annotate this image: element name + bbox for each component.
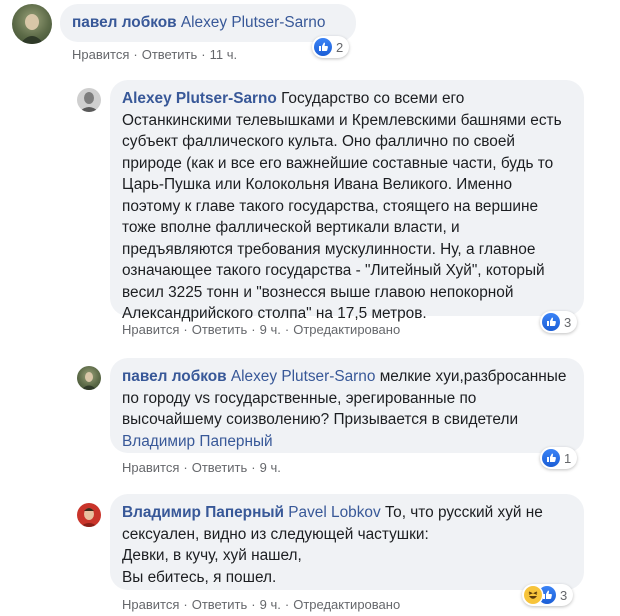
avatar-photo-icon bbox=[81, 372, 97, 390]
comment-mention[interactable]: Alexey Plutser-Sarno bbox=[181, 14, 326, 31]
comment-actions: Нравится · Ответить · 9 ч. bbox=[122, 460, 281, 475]
edited-label[interactable]: Отредактировано bbox=[293, 322, 400, 337]
comment-author[interactable]: Alexey Plutser-Sarno bbox=[122, 90, 277, 107]
comment-mention[interactable]: Pavel Lobkov bbox=[288, 504, 380, 521]
like-button[interactable]: Нравится bbox=[72, 47, 129, 62]
comment-actions: Нравится · Ответить · 9 ч. · Отредактировано bbox=[122, 597, 401, 612]
haha-icon bbox=[524, 586, 542, 604]
comment-text: Государство со всеми его Останкинскими т… bbox=[122, 90, 562, 322]
timestamp[interactable]: 9 ч. bbox=[260, 322, 281, 337]
reaction-count[interactable]: 2 bbox=[312, 36, 350, 58]
comment-mention[interactable]: Alexey Plutser-Sarno bbox=[231, 368, 376, 385]
comment-bubble: Alexey Plutser-Sarno Государство со всем… bbox=[110, 80, 584, 322]
avatar[interactable] bbox=[77, 503, 101, 527]
avatar-photo-icon bbox=[20, 14, 44, 44]
reply-button[interactable]: Ответить bbox=[142, 47, 198, 62]
comment-bubble: Владимир Паперный Pavel Lobkov То, что р… bbox=[110, 494, 584, 590]
like-icon bbox=[542, 313, 560, 331]
comment-bubble: павел лобков Alexey Plutser-Sarno bbox=[60, 4, 356, 42]
comment-actions: Нравится · Ответить · 9 ч. · Отредактировано bbox=[122, 322, 401, 337]
edited-label[interactable]: Отредактировано bbox=[293, 597, 400, 612]
verse-line-1: Девки, в кучу, хуй нашел, bbox=[122, 547, 302, 564]
comment-author[interactable]: Владимир Паперный bbox=[122, 504, 284, 521]
comment-actions: Нравится · Ответить · 11 ч. bbox=[72, 47, 238, 62]
timestamp[interactable]: 11 ч. bbox=[210, 47, 238, 62]
timestamp[interactable]: 9 ч. bbox=[260, 460, 281, 475]
reaction-number: 3 bbox=[564, 314, 572, 330]
like-button[interactable]: Нравится bbox=[122, 322, 179, 337]
like-icon bbox=[542, 449, 560, 467]
reaction-number: 3 bbox=[560, 587, 568, 603]
avatar[interactable] bbox=[12, 4, 52, 44]
reply-button[interactable]: Ответить bbox=[192, 597, 248, 612]
reaction-number: 2 bbox=[336, 39, 344, 55]
like-icon bbox=[314, 38, 332, 56]
like-button[interactable]: Нравится bbox=[122, 460, 179, 475]
comment-bubble: павел лобков Alexey Plutser-Sarno мелкие… bbox=[110, 358, 584, 453]
avatar[interactable] bbox=[77, 366, 101, 390]
comment-author[interactable]: павел лобков bbox=[122, 368, 227, 385]
reaction-number: 1 bbox=[564, 450, 572, 466]
timestamp[interactable]: 9 ч. bbox=[260, 597, 281, 612]
reply-button[interactable]: Ответить bbox=[192, 460, 248, 475]
like-button[interactable]: Нравится bbox=[122, 597, 179, 612]
reply-button[interactable]: Ответить bbox=[192, 322, 248, 337]
avatar-photo-icon bbox=[80, 508, 98, 527]
comment-mention-2[interactable]: Владимир Паперный bbox=[122, 433, 273, 450]
reaction-count[interactable]: 3 bbox=[522, 584, 574, 606]
comment-author[interactable]: павел лобков bbox=[72, 14, 177, 31]
avatar-photo-icon bbox=[79, 92, 99, 112]
reaction-count[interactable]: 1 bbox=[540, 447, 578, 469]
avatar[interactable] bbox=[77, 88, 101, 112]
verse-line-2: Вы ебитесь, я пошел. bbox=[122, 568, 277, 586]
reaction-count[interactable]: 3 bbox=[540, 311, 578, 333]
